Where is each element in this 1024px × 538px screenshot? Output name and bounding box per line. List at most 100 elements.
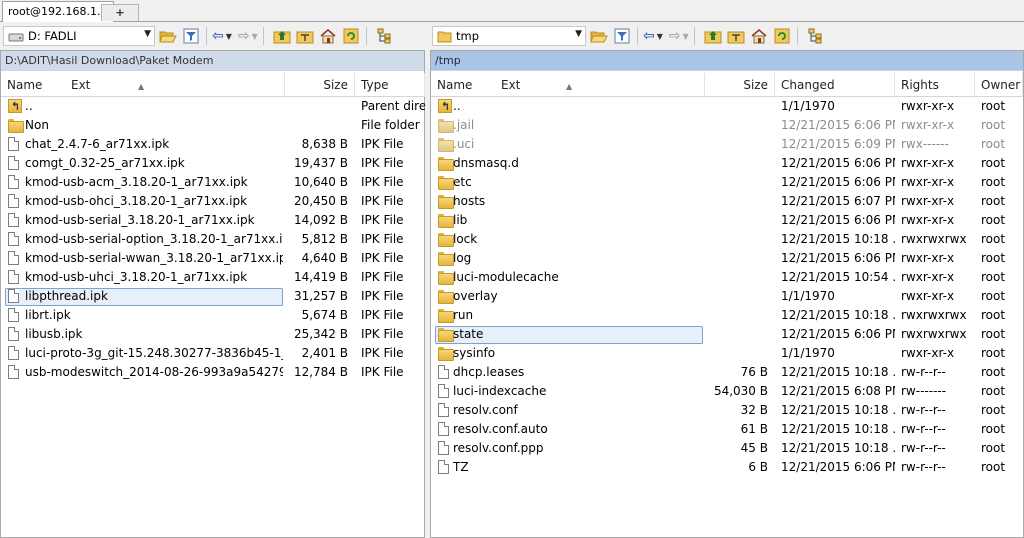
left-drive-select[interactable]: D: FADLI ▼ bbox=[3, 26, 155, 46]
file-rights: rwxrwxrwx bbox=[901, 232, 967, 246]
file-rights: rwxrwxrwx bbox=[901, 308, 967, 322]
table-row[interactable]: chat_2.4.7-6_ar71xx.ipk 8,638 B IPK File bbox=[1, 135, 424, 154]
file-icon bbox=[8, 308, 19, 322]
local-path-bar[interactable]: D:\ADIT\Hasil Download\Paket Modem bbox=[1, 51, 424, 71]
table-row[interactable]: log 12/21/2015 6:06 PM rwxr-xr-x root bbox=[431, 249, 1023, 268]
file-icon bbox=[8, 251, 19, 265]
filter-icon[interactable] bbox=[612, 26, 632, 46]
table-row[interactable]: state 12/21/2015 6:06 PM rwxrwxrwx root bbox=[431, 325, 1023, 344]
table-row[interactable]: .. Parent direc bbox=[1, 97, 425, 116]
column-owner[interactable]: Owner bbox=[975, 73, 1023, 97]
file-icon bbox=[438, 403, 449, 417]
parent-directory-icon[interactable] bbox=[703, 26, 723, 46]
table-row[interactable]: dnsmasq.d 12/21/2015 6:06 PM rwxr-xr-x root bbox=[431, 154, 1023, 173]
back-icon[interactable]: ⇦ bbox=[643, 28, 655, 44]
file-changed: 1/1/1970 bbox=[781, 99, 835, 113]
forward-icon[interactable]: ⇨ bbox=[669, 28, 681, 44]
root-directory-icon[interactable] bbox=[726, 26, 746, 46]
file-name: log bbox=[453, 251, 472, 265]
remote-path-bar[interactable]: /tmp bbox=[431, 51, 1023, 71]
file-owner: root bbox=[981, 346, 1006, 360]
open-folder-icon[interactable] bbox=[589, 26, 609, 46]
table-row[interactable]: luci-proto-3g_git-15.248.30277-3836b45-1… bbox=[1, 344, 424, 363]
table-row[interactable]: etc 12/21/2015 6:06 PM rwxr-xr-x root bbox=[431, 173, 1023, 192]
open-folder-icon[interactable] bbox=[158, 26, 178, 46]
forward-icon[interactable]: ⇨ bbox=[238, 28, 250, 44]
table-row[interactable]: Non File folder bbox=[1, 116, 424, 135]
file-type: IPK File bbox=[361, 232, 404, 246]
table-row[interactable]: librt.ipk 5,674 B IPK File bbox=[1, 306, 424, 325]
table-row[interactable]: comgt_0.32-25_ar71xx.ipk 19,437 B IPK File bbox=[1, 154, 424, 173]
file-name: dhcp.leases bbox=[453, 365, 525, 379]
filter-icon[interactable] bbox=[181, 26, 201, 46]
refresh-icon[interactable] bbox=[772, 26, 792, 46]
table-row[interactable]: TZ 6 B 12/21/2015 6:06 PM rw-r--r-- root bbox=[431, 458, 1023, 477]
column-changed[interactable]: Changed bbox=[775, 73, 895, 97]
table-row[interactable]: usb-modeswitch_2014-08-26-993a9a54279195… bbox=[1, 363, 424, 382]
table-row[interactable]: .jail 12/21/2015 6:06 PM rwxr-xr-x root bbox=[431, 116, 1023, 135]
file-name: dnsmasq.d bbox=[453, 156, 519, 170]
table-row[interactable]: hosts 12/21/2015 6:07 PM rwxr-xr-x root bbox=[431, 192, 1023, 211]
table-row[interactable]: sysinfo 1/1/1970 rwxr-xr-x root bbox=[431, 344, 1023, 363]
table-row[interactable]: .. 1/1/1970 rwxr-xr-x root bbox=[431, 97, 1023, 116]
file-icon bbox=[8, 346, 19, 360]
table-row[interactable]: resolv.conf.ppp 45 B 12/21/2015 10:18 ... r… bbox=[431, 439, 1023, 458]
table-row[interactable]: dhcp.leases 76 B 12/21/2015 10:18 ... rw-r-… bbox=[431, 363, 1023, 382]
file-owner: root bbox=[981, 175, 1006, 189]
session-tab[interactable]: root@192.168.1.1 bbox=[2, 1, 114, 22]
folder-icon bbox=[438, 214, 454, 228]
home-icon[interactable] bbox=[318, 26, 338, 46]
table-row[interactable]: kmod-usb-serial_3.18.20-1_ar71xx.ipk 14,0… bbox=[1, 211, 424, 230]
column-name[interactable]: Name Ext ▲ bbox=[1, 73, 285, 97]
file-icon bbox=[8, 365, 19, 379]
column-type[interactable]: Type bbox=[355, 73, 425, 97]
table-row[interactable]: kmod-usb-ohci_3.18.20-1_ar71xx.ipk 20,450… bbox=[1, 192, 424, 211]
file-owner: root bbox=[981, 156, 1006, 170]
new-session-tab-button[interactable]: + bbox=[101, 4, 139, 21]
directory-tree-icon[interactable] bbox=[806, 26, 826, 46]
back-icon[interactable]: ⇦ bbox=[212, 28, 224, 44]
table-row[interactable]: kmod-usb-uhci_3.18.20-1_ar71xx.ipk 14,419… bbox=[1, 268, 424, 287]
column-ext-label: Ext bbox=[501, 78, 521, 92]
table-row[interactable]: lock 12/21/2015 10:18 ... rwxrwxrwx root bbox=[431, 230, 1023, 249]
parent-directory-icon[interactable] bbox=[272, 26, 292, 46]
file-type: IPK File bbox=[361, 137, 404, 151]
table-row[interactable]: libusb.ipk 25,342 B IPK File bbox=[1, 325, 424, 344]
file-changed: 12/21/2015 10:54 ... bbox=[781, 270, 895, 284]
table-row[interactable]: resolv.conf.auto 61 B 12/21/2015 10:18 ...… bbox=[431, 420, 1023, 439]
column-name[interactable]: Name Ext ▲ bbox=[431, 73, 705, 97]
back-dropdown-icon[interactable]: ▼ bbox=[657, 32, 663, 41]
table-row[interactable]: kmod-usb-serial-option_3.18.20-1_ar71xx.… bbox=[1, 230, 424, 249]
right-directory-select[interactable]: tmp ▼ bbox=[432, 26, 586, 46]
column-size[interactable]: Size bbox=[285, 73, 355, 97]
table-row[interactable]: lib 12/21/2015 6:06 PM rwxr-xr-x root bbox=[431, 211, 1023, 230]
root-directory-icon[interactable] bbox=[295, 26, 315, 46]
table-row[interactable]: kmod-usb-acm_3.18.20-1_ar71xx.ipk 10,640 … bbox=[1, 173, 424, 192]
table-row[interactable]: .uci 12/21/2015 6:09 PM rwx------ root bbox=[431, 135, 1023, 154]
file-rights: rw-r--r-- bbox=[901, 403, 946, 417]
column-size[interactable]: Size bbox=[705, 73, 775, 97]
file-changed: 1/1/1970 bbox=[781, 289, 835, 303]
table-row[interactable]: luci-indexcache 54,030 B 12/21/2015 6:08 P… bbox=[431, 382, 1023, 401]
directory-tree-icon[interactable] bbox=[375, 26, 395, 46]
table-row[interactable]: luci-modulecache 12/21/2015 10:54 ... rwxr… bbox=[431, 268, 1023, 287]
home-icon[interactable] bbox=[749, 26, 769, 46]
table-row[interactable]: overlay 1/1/1970 rwxr-xr-x root bbox=[431, 287, 1023, 306]
file-type: IPK File bbox=[361, 327, 404, 341]
folder-icon bbox=[438, 328, 454, 342]
file-name: resolv.conf.ppp bbox=[453, 441, 544, 455]
refresh-icon[interactable] bbox=[341, 26, 361, 46]
back-dropdown-icon[interactable]: ▼ bbox=[226, 32, 232, 41]
column-rights[interactable]: Rights bbox=[895, 73, 975, 97]
folder-icon bbox=[438, 271, 454, 285]
table-row[interactable]: libpthread.ipk 31,257 B IPK File bbox=[1, 287, 424, 306]
parent-directory-icon bbox=[8, 97, 22, 116]
forward-dropdown-icon[interactable]: ▼ bbox=[683, 32, 689, 41]
file-name: state bbox=[453, 327, 484, 341]
table-row[interactable]: run 12/21/2015 10:18 ... rwxrwxrwx root bbox=[431, 306, 1023, 325]
file-owner: root bbox=[981, 403, 1006, 417]
forward-dropdown-icon[interactable]: ▼ bbox=[252, 32, 258, 41]
file-owner: root bbox=[981, 308, 1006, 322]
table-row[interactable]: kmod-usb-serial-wwan_3.18.20-1_ar71xx.ip… bbox=[1, 249, 424, 268]
table-row[interactable]: resolv.conf 32 B 12/21/2015 10:18 ... rw-r-… bbox=[431, 401, 1023, 420]
